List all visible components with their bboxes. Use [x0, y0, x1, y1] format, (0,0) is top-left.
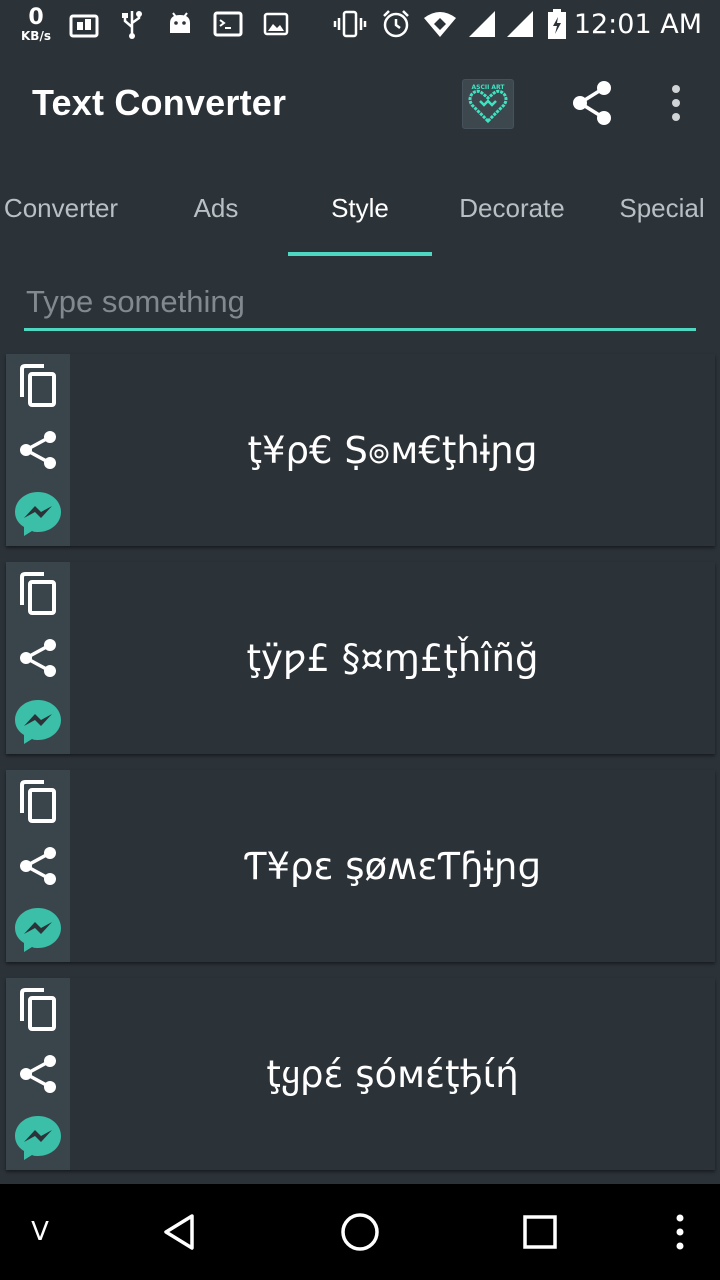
share-button[interactable] — [12, 1048, 64, 1100]
copy-icon — [20, 780, 56, 823]
wifi-icon — [422, 0, 458, 48]
share-app-button[interactable] — [568, 78, 616, 128]
recents-icon — [523, 1215, 557, 1249]
nav-extra-button[interactable]: V — [20, 1184, 60, 1280]
styled-text-result[interactable]: ţ¥ρ€ Ṣ๏м€ţhɨɲɡ — [70, 354, 715, 546]
net-speed-unit: KB/s — [21, 28, 51, 43]
home-button[interactable] — [330, 1184, 390, 1280]
copy-icon — [20, 988, 56, 1031]
back-icon — [164, 1214, 194, 1250]
app-bar: Text Converter ASCII ART — [0, 48, 720, 160]
more-vertical-icon — [676, 1214, 684, 1250]
vibrate-icon — [332, 0, 368, 48]
tab-ads[interactable]: Ads — [150, 160, 282, 256]
messenger-icon — [15, 700, 61, 744]
messenger-button[interactable] — [12, 1112, 64, 1164]
messenger-icon — [15, 492, 61, 536]
share-button[interactable] — [12, 632, 64, 684]
share-icon — [20, 847, 56, 885]
card-action-panel — [6, 354, 70, 546]
text-input[interactable] — [24, 274, 696, 330]
share-button[interactable] — [12, 840, 64, 892]
alarm-icon — [380, 0, 412, 48]
signal-icon — [466, 0, 498, 48]
share-icon — [573, 81, 611, 125]
share-icon — [20, 1055, 56, 1093]
signal-icon-2 — [504, 0, 536, 48]
net-speed-indicator: 0 KB/s — [14, 0, 58, 48]
tab-converter[interactable]: Converter — [0, 160, 126, 256]
messenger-button[interactable] — [12, 904, 64, 956]
styled-text-result[interactable]: ţყρέ şόмέţђίή — [70, 978, 715, 1170]
system-nav-bar: V — [0, 1184, 720, 1280]
back-button[interactable] — [150, 1184, 210, 1280]
screen-mirror-icon — [68, 0, 100, 48]
more-vertical-icon — [672, 85, 680, 121]
android-icon — [166, 0, 194, 48]
image-icon — [262, 0, 290, 48]
card-action-panel — [6, 978, 70, 1170]
tab-style[interactable]: Style — [288, 160, 432, 256]
status-time: 12:01 AM — [573, 8, 702, 40]
heart-logo-icon — [468, 89, 508, 124]
result-card: ţ¥ρ€ Ṣ๏м€ţhɨɲɡ — [6, 354, 715, 546]
text-input-container — [24, 274, 696, 334]
nav-menu-button[interactable] — [664, 1184, 696, 1280]
overflow-menu-button[interactable] — [660, 78, 692, 128]
battery-charging-icon — [544, 0, 570, 48]
status-bar: 0 KB/s 12:01 AM — [0, 0, 720, 48]
terminal-icon — [212, 0, 244, 48]
share-icon — [20, 639, 56, 677]
card-action-panel — [6, 562, 70, 754]
messenger-icon — [15, 1116, 61, 1160]
net-speed-value: 0 — [28, 4, 44, 30]
tab-bar: Converter Ads Style Decorate Special — [0, 160, 720, 256]
copy-button[interactable] — [12, 984, 64, 1036]
home-icon — [341, 1213, 379, 1251]
result-card: Ƭ¥ρɛ şøʍɛƬɧɨɲɡ — [6, 770, 715, 962]
card-action-panel — [6, 770, 70, 962]
input-underline — [24, 328, 696, 331]
styled-text-result[interactable]: ţÿƿ£ §¤ɱ£ţȟîñğ — [70, 562, 715, 754]
tab-special[interactable]: Special — [596, 160, 720, 256]
ascii-art-logo[interactable]: ASCII ART — [462, 79, 514, 129]
styled-text-result[interactable]: Ƭ¥ρɛ şøʍɛƬɧɨɲɡ — [70, 770, 715, 962]
copy-button[interactable] — [12, 568, 64, 620]
messenger-button[interactable] — [12, 696, 64, 748]
share-icon — [20, 431, 56, 469]
app-title: Text Converter — [32, 82, 287, 123]
copy-button[interactable] — [12, 776, 64, 828]
active-tab-indicator — [288, 252, 432, 256]
messenger-icon — [15, 908, 61, 952]
copy-icon — [20, 364, 56, 407]
tab-decorate[interactable]: Decorate — [440, 160, 584, 256]
copy-icon — [20, 572, 56, 615]
copy-button[interactable] — [12, 360, 64, 412]
messenger-button[interactable] — [12, 488, 64, 540]
recents-button[interactable] — [510, 1184, 570, 1280]
usb-icon — [118, 0, 146, 48]
result-card: ţყρέ şόмέţђίή — [6, 978, 715, 1170]
share-button[interactable] — [12, 424, 64, 476]
result-card: ţÿƿ£ §¤ɱ£ţȟîñğ — [6, 562, 715, 754]
